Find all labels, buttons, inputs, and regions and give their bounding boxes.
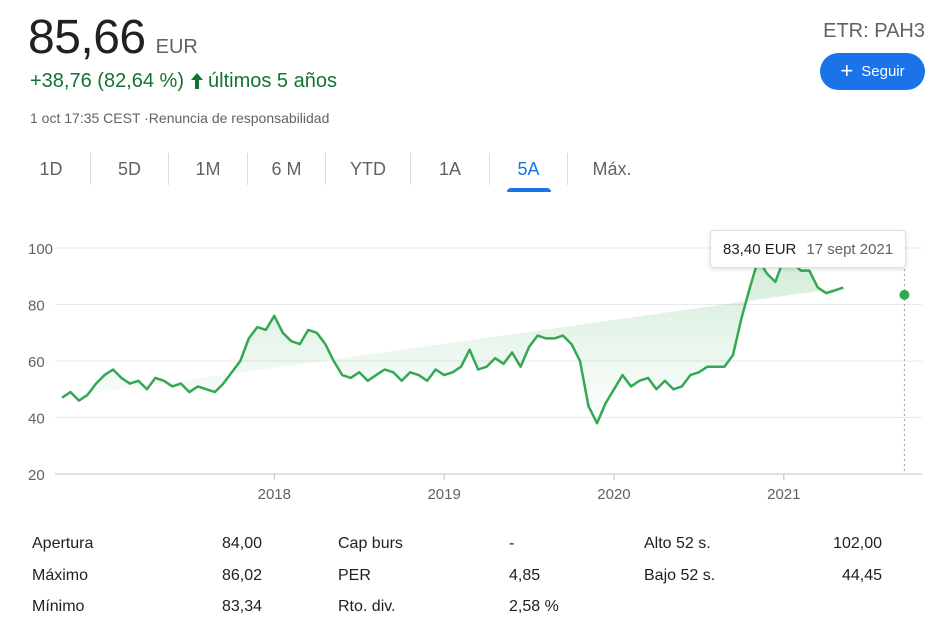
stat-value-alto-52: 102,00 — [833, 535, 882, 552]
stat-label-cap-burs: Cap burs — [338, 535, 403, 552]
x-tick-label: 2018 — [258, 486, 291, 503]
tab-5d[interactable]: 5D — [91, 150, 168, 188]
tab-max[interactable]: Máx. — [568, 150, 656, 188]
stat-value-cap-burs: - — [509, 535, 515, 552]
stat-label-minimo: Mínimo — [32, 598, 85, 615]
tab-1a[interactable]: 1A — [411, 150, 489, 188]
change-period: últimos 5 años — [208, 70, 337, 92]
plus-icon: + — [840, 57, 854, 83]
follow-button-label: Seguir — [861, 63, 905, 80]
stat-label-rto-div: Rto. div. — [338, 598, 396, 615]
tooltip-value: 83,40 EUR — [723, 240, 797, 258]
stat-value-apertura: 84,00 — [221, 535, 262, 552]
stat-value-per: 4,85 — [509, 567, 541, 584]
y-tick-label: 60 — [28, 354, 45, 371]
stat-label-per: PER — [338, 567, 371, 584]
y-tick-label: 80 — [28, 298, 45, 315]
y-tick-label: 40 — [28, 411, 45, 428]
tab-1d[interactable]: 1D — [12, 150, 90, 188]
stat-label-maximo: Máximo — [32, 567, 89, 584]
tab-1m[interactable]: 1M — [169, 150, 247, 188]
stat-value-rto-div: 2,58 % — [509, 598, 559, 615]
x-tick-label: 2020 — [597, 486, 630, 503]
tab-6m[interactable]: 6 M — [248, 150, 325, 188]
tab-5a[interactable]: 5A — [490, 150, 567, 192]
stat-value-bajo-52: 44,45 — [841, 567, 882, 584]
stat-label-bajo-52: Bajo 52 s. — [644, 567, 716, 584]
tooltip-date: 17 sept 2021 — [806, 240, 894, 258]
ticker-symbol: ETR: PAH3 — [823, 20, 925, 42]
range-tabs: 1D 5D 1M 6 M YTD 1A 5A Máx. — [12, 150, 656, 192]
currency-label: EUR — [155, 36, 198, 58]
price-change: +38,76 (82,64 %) últimos 5 años — [30, 70, 337, 93]
stat-value-maximo: 86,02 — [221, 567, 262, 584]
price-header: 85,66 EUR — [28, 10, 198, 65]
tab-ytd[interactable]: YTD — [326, 150, 410, 188]
series-area — [62, 259, 844, 424]
arrow-up-icon — [190, 72, 204, 90]
stat-value-minimo: 83,34 — [221, 598, 262, 615]
change-value: +38,76 (82,64 %) — [30, 70, 184, 92]
x-tick-label: 2019 — [427, 486, 460, 503]
current-price: 85,66 — [28, 11, 146, 64]
y-tick-label: 20 — [28, 467, 45, 484]
x-tick-label: 2021 — [767, 486, 800, 503]
timestamp-disclaimer[interactable]: 1 oct 17:35 CEST ·Renuncia de responsabi… — [30, 110, 329, 126]
chart-tooltip: 83,40 EUR 17 sept 2021 — [710, 230, 907, 268]
stat-label-alto-52: Alto 52 s. — [644, 535, 711, 552]
follow-button[interactable]: + Seguir — [820, 53, 925, 90]
stat-label-apertura: Apertura — [32, 535, 94, 552]
y-tick-label: 100 — [28, 241, 53, 258]
hover-marker — [899, 289, 910, 300]
